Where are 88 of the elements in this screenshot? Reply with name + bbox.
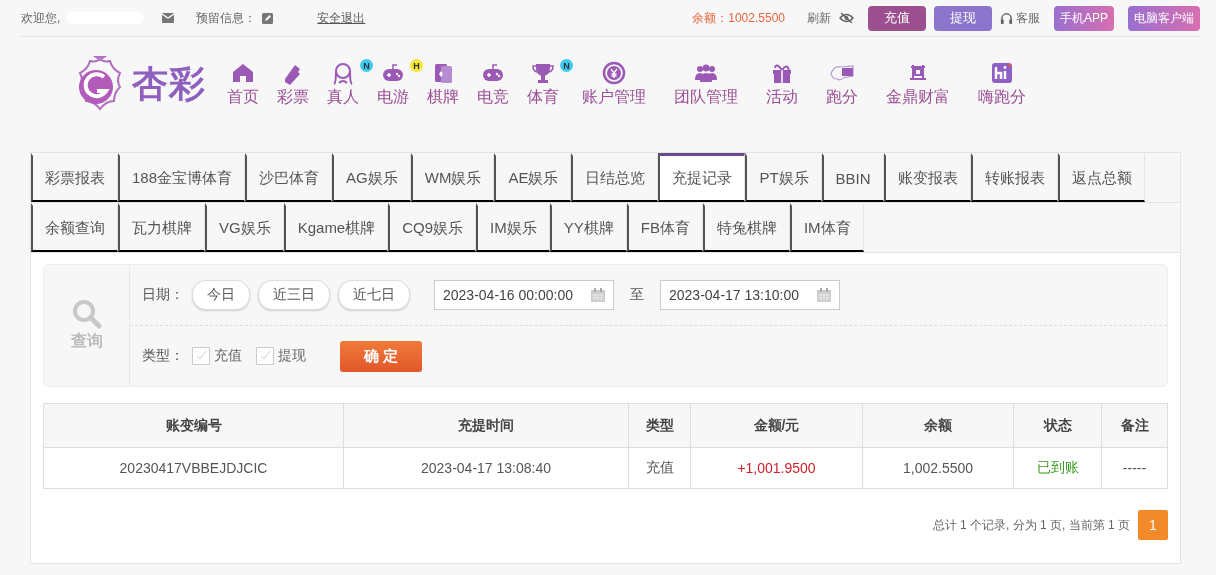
checkbox[interactable]: 提现 — [256, 347, 306, 365]
search-icon — [71, 299, 102, 329]
to-label: 至 — [630, 286, 644, 304]
tab[interactable]: 特兔棋牌 — [702, 203, 790, 252]
nav-item[interactable]: 活动 — [766, 61, 798, 108]
tab[interactable]: 彩票报表 — [31, 153, 118, 202]
table-cell: 充值 — [628, 447, 691, 489]
end-date-field[interactable]: 2023-04-17 13:10:00 — [660, 280, 840, 310]
tab[interactable]: IM体育 — [789, 203, 864, 252]
pagination-summary: 总计 1 个记录, 分为 1 页, 当前第 1 页 — [932, 516, 1130, 534]
logout-link[interactable]: 安全退出 — [317, 9, 366, 27]
table-cell: 2023-04-17 13:08:40 — [343, 447, 629, 489]
eye-slash-icon[interactable] — [839, 12, 854, 24]
tab[interactable]: 沙巴体育 — [245, 153, 333, 202]
home-icon — [231, 61, 255, 85]
column-header: 余额 — [862, 403, 1014, 448]
nav-item[interactable]: 电竞 — [477, 61, 509, 108]
table-cell: 20230417VBBEJDJCIC — [43, 447, 344, 489]
tab[interactable]: 转账报表 — [970, 153, 1058, 202]
woman-icon — [331, 61, 355, 85]
recharge-button[interactable]: 充值 — [868, 5, 926, 31]
tab[interactable]: YY棋牌 — [549, 203, 627, 252]
tab[interactable]: 账变报表 — [883, 153, 971, 202]
column-header: 类型 — [628, 403, 691, 448]
welcome-text: 欢迎您, — [21, 9, 61, 27]
tab[interactable]: WM娱乐 — [410, 153, 495, 202]
column-header: 备注 — [1101, 403, 1168, 448]
tab[interactable]: PT娱乐 — [745, 153, 822, 202]
column-header: 状态 — [1013, 403, 1102, 448]
hi-app-icon — [990, 61, 1014, 85]
headset-icon — [1000, 11, 1013, 25]
start-date-field[interactable]: 2023-04-16 00:00:00 — [434, 280, 614, 310]
logo-text[interactable]: 杏彩 — [132, 60, 206, 109]
tab[interactable]: IM娱乐 — [476, 203, 550, 252]
trophy-icon — [531, 61, 555, 85]
nav-item[interactable]: 真人 — [327, 61, 359, 108]
calendar-icon[interactable] — [591, 288, 605, 302]
gift-icon — [770, 61, 794, 85]
edit-icon[interactable] — [262, 12, 274, 24]
nav-item[interactable]: 体育 — [527, 61, 559, 108]
yen-coin-icon — [602, 61, 626, 85]
tab[interactable]: AG娱乐 — [332, 153, 411, 202]
table-cell: +1,001.9500 — [690, 447, 863, 489]
tab[interactable]: 188金宝博体育 — [118, 153, 246, 202]
calendar-icon[interactable] — [817, 288, 831, 302]
tab[interactable]: 余额查询 — [31, 203, 118, 252]
tab[interactable]: 充提记录 — [658, 153, 746, 202]
tab[interactable]: 日结总览 — [571, 153, 659, 202]
table-cell: ----- — [1101, 447, 1168, 489]
type-label: 类型： — [142, 347, 184, 365]
nav-item[interactable]: 彩票 — [277, 61, 309, 108]
tab[interactable]: FB体育 — [626, 203, 703, 252]
tab[interactable]: 瓦力棋牌 — [118, 203, 205, 252]
date-range-button[interactable]: 今日 — [192, 280, 250, 310]
badge: N — [360, 59, 373, 72]
download-button[interactable]: 手机APP — [1054, 5, 1114, 31]
table-cell: 已到账 — [1013, 447, 1102, 489]
column-header: 充提时间 — [343, 403, 629, 448]
column-header: 账变编号 — [43, 403, 344, 448]
withdraw-button[interactable]: 提现 — [934, 5, 992, 31]
nav-item[interactable]: 团队管理 — [674, 61, 738, 108]
query-label: 查询 — [70, 331, 103, 351]
nav-item[interactable]: 电游 — [377, 61, 409, 108]
tab[interactable]: AE娱乐 — [494, 153, 572, 202]
mail-icon[interactable] — [162, 13, 175, 23]
tab[interactable]: CQ9娱乐 — [388, 203, 477, 252]
nav-item[interactable]: 首页 — [227, 61, 259, 108]
nav-item[interactable]: 跑分 — [826, 61, 858, 108]
nav-item[interactable]: 账户管理 — [582, 61, 646, 108]
nav-item[interactable]: 嗨跑分 — [978, 61, 1026, 108]
date-label: 日期： — [142, 286, 184, 304]
table-cell: 1,002.5500 — [862, 447, 1014, 489]
nav-item[interactable]: 棋牌 — [427, 61, 459, 108]
reserved-info-label: 预留信息： — [196, 9, 257, 27]
date-range-button[interactable]: 近三日 — [258, 280, 330, 310]
tab[interactable]: BBIN — [821, 153, 884, 202]
tab[interactable]: 返点总额 — [1057, 153, 1145, 202]
tab[interactable]: Kgame棋牌 — [283, 203, 389, 252]
balance-text: 余额：1002.5500 — [692, 9, 785, 27]
nav-item[interactable]: 金鼎财富 — [886, 61, 950, 108]
refresh-link[interactable]: 刷新 — [807, 9, 831, 27]
badge: H — [410, 59, 423, 72]
column-header: 金额/元 — [690, 403, 863, 448]
customer-service-link[interactable]: 客服 — [1000, 9, 1040, 27]
tab[interactable]: VG娱乐 — [205, 203, 284, 252]
date-range-button[interactable]: 近七日 — [338, 280, 410, 310]
badge: N — [560, 59, 573, 72]
checkbox[interactable]: 充值 — [192, 347, 242, 365]
